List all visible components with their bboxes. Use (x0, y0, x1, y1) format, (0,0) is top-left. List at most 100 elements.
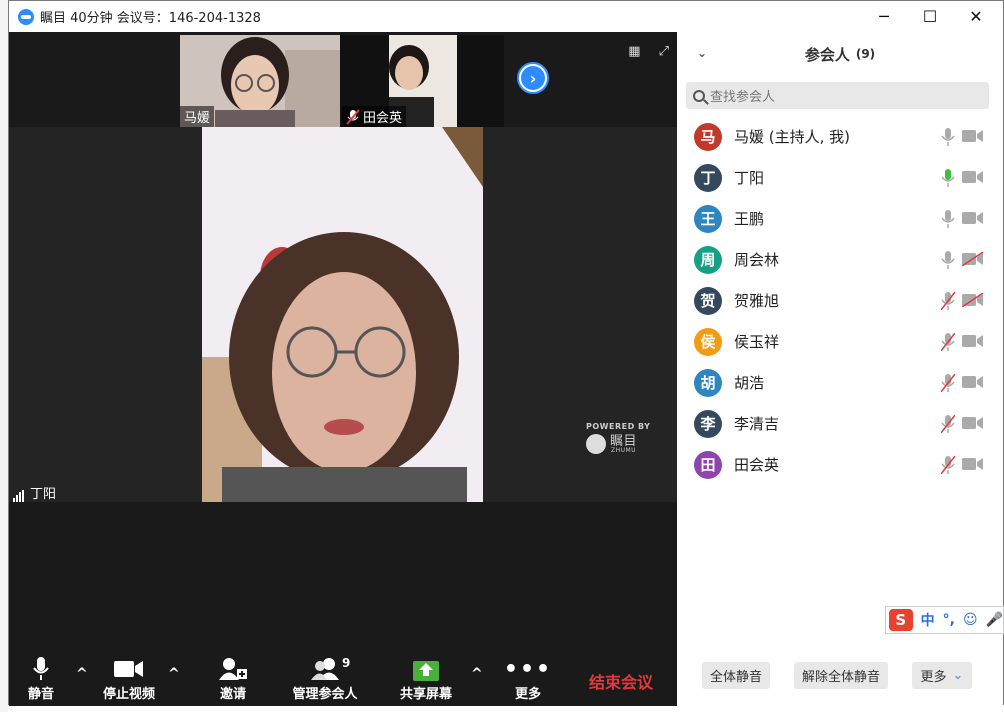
avatar: 田 (694, 450, 722, 479)
participants-panel: ⌄ 参会人 (9) 查找参会人 马马媛 (主持人, 我) 丁丁阳王王鹏周周会林贺贺… (677, 32, 1003, 706)
fullscreen-icon[interactable]: ⤢ (659, 44, 669, 59)
voice-input-icon[interactable]: 🎤 (986, 612, 1003, 628)
share-screen-button[interactable]: 共享屏幕 (397, 652, 455, 706)
avatar: 王 (694, 204, 722, 233)
next-page-button[interactable]: › (517, 62, 549, 94)
brand-logo: 瞩目 ZHUMU (586, 434, 650, 454)
video-camera-icon[interactable] (962, 129, 984, 143)
search-placeholder: 查找参会人 (710, 90, 776, 105)
chevron-down-icon: ⌄ (952, 668, 964, 683)
sogou-logo-icon: S (889, 609, 913, 631)
chevron-down-icon[interactable]: ⌄ (697, 46, 707, 60)
search-icon (693, 89, 705, 102)
close-button[interactable]: ✕ (953, 1, 999, 32)
avatar: 周 (694, 245, 722, 274)
add-person-icon (219, 655, 247, 683)
microphone-icon[interactable] (941, 128, 955, 146)
participant-name: 田会英 (734, 456, 780, 474)
video-options-caret[interactable]: ^ (168, 666, 180, 682)
share-screen-label: 共享屏幕 (399, 687, 452, 702)
video-off-icon[interactable] (962, 293, 984, 307)
video-camera-icon[interactable] (962, 375, 984, 389)
speaker-name-label: 丁阳 (13, 483, 56, 502)
participant-list: 马马媛 (主持人, 我) 丁丁阳王王鹏周周会林贺贺雅旭侯侯玉祥胡胡浩李李清吉田田会… (677, 116, 1003, 485)
panel-more-label: 更多 (920, 670, 947, 685)
mic-muted-icon[interactable] (941, 415, 955, 433)
microphone-icon[interactable] (941, 251, 955, 269)
invite-button[interactable]: 邀请 (213, 652, 253, 706)
participant-search[interactable]: 查找参会人 (686, 82, 989, 109)
active-speaker-video: POWERED BY 瞩目 ZHUMU 丁阳 (9, 127, 677, 502)
more-button[interactable]: ••• 更多 (504, 652, 550, 706)
participant-name: 马媛 (主持人, 我) (734, 128, 851, 146)
end-meeting-button[interactable]: 结束会议 (589, 669, 653, 693)
participant-row[interactable]: 胡胡浩 (677, 362, 1003, 403)
stop-video-button[interactable]: 停止视频 (97, 652, 161, 706)
panel-footer: 全体静音 解除全体静音 更多 ⌄ (677, 662, 1003, 694)
meeting-toolbar: 静音 ^ 停止视频 ^ 邀请 管理参会人 9 共享屏幕 ^ ••• 更多 结束会… (9, 652, 677, 706)
mic-muted-icon[interactable] (941, 456, 955, 474)
powered-by-text: POWERED BY (586, 422, 651, 431)
zhumu-logo-icon (586, 434, 606, 454)
video-camera-icon[interactable] (962, 334, 984, 348)
mic-muted-icon (346, 108, 360, 125)
speaker-video-frame (202, 127, 483, 502)
participant-row[interactable]: 贺贺雅旭 (677, 280, 1003, 321)
video-camera-icon[interactable] (962, 211, 984, 225)
video-camera-icon[interactable] (962, 170, 984, 184)
video-camera-icon[interactable] (962, 457, 984, 471)
microphone-icon[interactable] (941, 210, 955, 228)
video-camera-icon[interactable] (962, 416, 984, 430)
background-strip (0, 0, 8, 712)
avatar: 贺 (694, 286, 722, 315)
unmute-all-button[interactable]: 解除全体静音 (794, 662, 888, 689)
panel-more-button[interactable]: 更多 ⌄ (912, 662, 972, 689)
share-options-caret[interactable]: ^ (471, 666, 483, 682)
mic-muted-icon[interactable] (941, 333, 955, 351)
thumbnail-ma-yuan[interactable]: 马媛 (180, 35, 340, 127)
audio-options-caret[interactable]: ^ (76, 666, 88, 682)
chevron-right-icon: › (521, 66, 545, 90)
participant-name: 李清吉 (734, 415, 780, 433)
gallery-view-icon[interactable]: ▦ (628, 44, 640, 59)
participant-row[interactable]: 李李清吉 (677, 403, 1003, 444)
participant-row[interactable]: 周周会林 (677, 239, 1003, 280)
participant-row[interactable]: 田田会英 (677, 444, 1003, 485)
minimize-button[interactable]: ─ (861, 1, 907, 32)
mic-muted-icon[interactable] (941, 292, 955, 310)
panel-header: ⌄ 参会人 (9) (677, 32, 1003, 76)
participant-name: 侯玉祥 (734, 333, 780, 351)
app-logo-icon (18, 8, 34, 25)
video-off-icon[interactable] (962, 252, 984, 266)
brand-name: 瞩目 (610, 433, 638, 449)
participant-name: 丁阳 (734, 169, 765, 187)
manage-participants-label: 管理参会人 (292, 687, 358, 702)
ime-punctuation-toggle[interactable]: °, (943, 612, 955, 628)
invite-label: 邀请 (219, 687, 246, 702)
ime-toolbar: S 中 °, ☺ 🎤 (885, 606, 1004, 634)
thumbnail-label: 田会英 (342, 106, 407, 127)
participant-name: 贺雅旭 (734, 292, 780, 310)
participant-row[interactable]: 王王鹏 (677, 198, 1003, 239)
ime-mode-toggle[interactable]: 中 (921, 610, 935, 630)
participant-row[interactable]: 丁丁阳 (677, 157, 1003, 198)
participant-count-badge: 9 (342, 656, 351, 670)
mute-button[interactable]: 静音 (23, 652, 59, 706)
emoji-icon[interactable]: ☺ (963, 612, 978, 628)
microphone-icon[interactable] (941, 169, 955, 187)
video-camera-icon (114, 655, 144, 683)
participant-row[interactable]: 侯侯玉祥 (677, 321, 1003, 362)
participant-name: 胡浩 (734, 374, 765, 392)
mute-label: 静音 (27, 687, 54, 702)
avatar: 李 (694, 409, 722, 438)
mic-muted-icon[interactable] (941, 374, 955, 392)
more-label: 更多 (514, 687, 541, 702)
mute-all-button[interactable]: 全体静音 (702, 662, 770, 689)
thumbnail-label: 马媛 (180, 106, 215, 127)
participant-row[interactable]: 马马媛 (主持人, 我) (677, 116, 1003, 157)
maximize-button[interactable]: ☐ (907, 1, 953, 32)
avatar: 马 (694, 122, 722, 151)
meeting-window: 瞩目 40分钟 会议号：146-204-1328 ─ ☐ ✕ 马媛 田会英 › … (8, 0, 1004, 706)
powered-by-badge: POWERED BY 瞩目 ZHUMU (586, 422, 650, 454)
microphone-icon (33, 655, 49, 683)
